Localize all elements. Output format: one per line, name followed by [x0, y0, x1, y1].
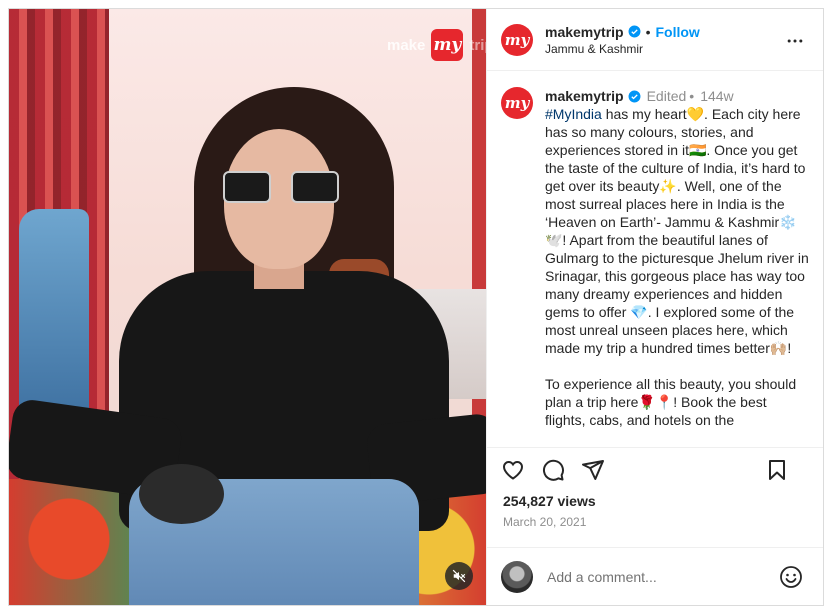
mute-toggle-button[interactable] — [445, 562, 473, 590]
follow-button[interactable]: Follow — [656, 24, 700, 40]
caption-paragraph-2: To experience all this beauty, you shoul… — [545, 376, 797, 428]
separator-dot: • — [645, 23, 651, 40]
hashtag-link[interactable]: #MyIndia — [545, 106, 602, 122]
caption-text: makemytrip Edited • 144w #MyIndia has my… — [545, 87, 809, 447]
avatar[interactable]: my — [501, 23, 533, 56]
caption-paragraph-1: #MyIndia has my heart💛. Each city here h… — [545, 105, 809, 357]
ripped-knee — [139, 464, 224, 524]
comment-input[interactable] — [547, 568, 767, 585]
watermark-mark: my — [431, 29, 464, 61]
post-video[interactable]: make my trip — [9, 9, 486, 605]
username-link[interactable]: makemytrip — [545, 24, 624, 40]
action-bar — [487, 447, 823, 491]
more-options-icon[interactable] — [785, 31, 805, 51]
post-age[interactable]: 144w — [700, 87, 733, 105]
caption-username[interactable]: makemytrip — [545, 87, 624, 105]
edited-label: Edited — [646, 88, 687, 104]
view-count[interactable]: 254,827 views — [487, 493, 823, 509]
comment-bar — [487, 547, 823, 605]
muted-speaker-icon — [452, 569, 466, 583]
post-dialog: make my trip my makemytrip — [8, 8, 824, 606]
watermark-text-left: make — [387, 36, 426, 54]
caption-body-1: has my heart💛. Each city here has so man… — [545, 106, 809, 356]
post-date[interactable]: March 20, 2021 — [487, 515, 823, 529]
location-link[interactable]: Jammu & Kashmir — [545, 42, 700, 56]
post-side-panel: my makemytrip • Follow Jammu & Kashmir m… — [486, 9, 823, 605]
verified-badge-icon — [628, 90, 641, 102]
bookmark-icon[interactable] — [765, 458, 789, 482]
viewer-avatar — [501, 560, 533, 593]
heart-icon[interactable] — [501, 458, 525, 482]
watermark-text-right: trip — [469, 36, 486, 54]
share-icon[interactable] — [581, 458, 605, 482]
header-text: makemytrip • Follow Jammu & Kashmir — [545, 24, 700, 56]
sunglasses — [221, 171, 343, 205]
verified-badge-icon — [628, 25, 641, 38]
video-watermark-logo: make my trip — [387, 29, 486, 61]
caption-avatar[interactable]: my — [501, 87, 533, 119]
separator-dot: • — [689, 88, 695, 104]
post-header: my makemytrip • Follow Jammu & Kashmir — [487, 9, 823, 71]
emoji-icon[interactable] — [779, 565, 803, 589]
comment-icon[interactable] — [541, 458, 565, 482]
caption-area: my makemytrip Edited • 144w #MyIndia has… — [487, 71, 823, 447]
